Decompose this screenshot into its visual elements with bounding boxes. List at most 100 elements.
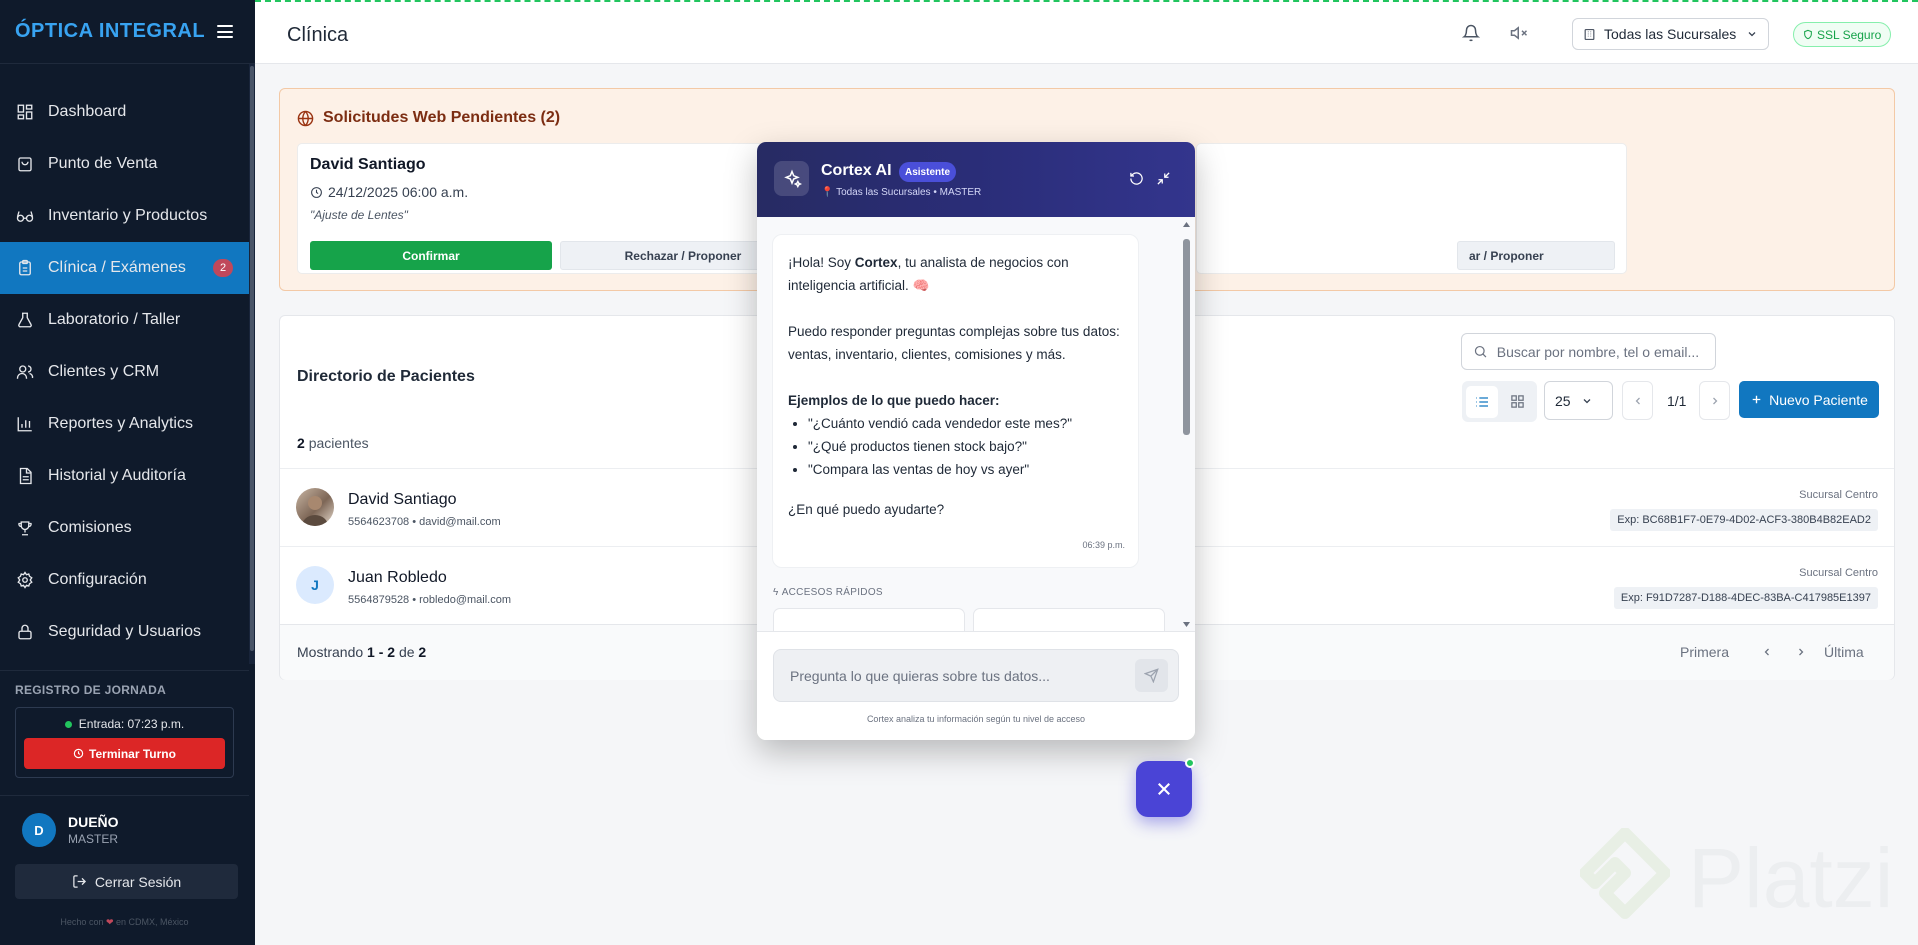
chat-subtitle-text: Todas las Sucursales • MASTER	[836, 187, 982, 198]
mute-icon[interactable]	[1509, 24, 1529, 47]
patient-count: 2 pacientes	[297, 435, 369, 451]
chevron-down-icon	[1748, 32, 1756, 37]
logout-button[interactable]: Cerrar Sesión	[15, 864, 238, 899]
sidebar-item-punto-de-venta[interactable]: Punto de Venta	[0, 138, 255, 190]
building-icon	[1584, 28, 1595, 40]
sidebar-item-label: Inventario y Productos	[48, 207, 208, 224]
patient-branch: Sucursal Centro	[1799, 567, 1878, 579]
quick-access-title: ϟ ACCESOS RÁPIDOS	[773, 587, 883, 598]
sidebar-item-laboratorio[interactable]: Laboratorio / Taller	[0, 294, 255, 346]
chat-input[interactable]	[790, 667, 1135, 684]
chat-messages: ¡Hola! Soy Cortex, tu analista de negoci…	[757, 217, 1195, 638]
sidebar-item-label: Seguridad y Usuarios	[48, 623, 201, 640]
clipboard-icon	[16, 259, 34, 277]
chart-icon	[16, 415, 34, 433]
chat-composer: Cortex analiza tu información según tu n…	[757, 631, 1195, 740]
shield-icon	[1804, 29, 1812, 40]
last-page-link[interactable]: Última	[1824, 644, 1864, 660]
first-page-link[interactable]: Primera	[1680, 644, 1729, 660]
pin-icon: 📍	[821, 187, 834, 198]
greeting: ¡Hola! Soy Cortex, tu analista de negoci…	[788, 251, 1123, 297]
pending-requests-title-text: Solicitudes Web Pendientes (2)	[323, 109, 561, 126]
sidebar-item-inventario[interactable]: Inventario y Productos	[0, 190, 255, 242]
example-item: "¿Qué productos tienen stock bajo?"	[808, 435, 1123, 458]
search-icon	[1474, 345, 1487, 358]
brand-bar: ÓPTICA INTEGRAL	[0, 0, 255, 64]
cortex-chat-panel: Cortex AI Asistente 📍 Todas las Sucursal…	[757, 142, 1195, 740]
sidebar-scroll-thumb[interactable]	[250, 66, 254, 651]
sidebar-item-reportes[interactable]: Reportes y Analytics	[0, 398, 255, 450]
gear-icon	[16, 571, 34, 589]
send-button[interactable]	[1135, 659, 1168, 692]
heart-icon: ❤	[105, 917, 114, 927]
minimize-icon[interactable]	[1156, 171, 1172, 187]
bell-icon[interactable]	[1461, 24, 1481, 47]
patient-search[interactable]	[1461, 333, 1716, 370]
brand-logo[interactable]: ÓPTICA INTEGRAL	[15, 20, 205, 43]
assistant-badge: Asistente	[899, 162, 957, 182]
patient-directory-title: Directorio de Pacientes	[297, 368, 475, 385]
showing-of: de	[398, 644, 415, 660]
patient-contact: 5564879528 • robledo@mail.com	[348, 594, 512, 606]
greeting-prefix: ¡Hola! Soy	[788, 255, 852, 270]
logout-icon	[73, 875, 86, 888]
sidebar-item-historial[interactable]: Historial y Auditoría	[0, 450, 255, 502]
shift-log-box: Entrada: 07:23 p.m. Terminar Turno	[15, 707, 234, 778]
hamburger-menu-icon[interactable]	[217, 25, 233, 38]
current-user[interactable]: D DUEÑO MASTER	[0, 795, 249, 847]
chevron-left-icon[interactable]	[1761, 645, 1773, 661]
patient-search-input[interactable]	[1496, 343, 1704, 360]
grid-view-button[interactable]	[1502, 386, 1534, 418]
users-icon	[16, 363, 34, 381]
reject-request-button[interactable]: ar / Proponer	[1457, 241, 1615, 270]
sidebar-item-configuracion[interactable]: Configuración	[0, 554, 255, 606]
new-patient-button[interactable]: Nuevo Paciente	[1739, 381, 1879, 418]
refresh-icon[interactable]	[1129, 171, 1145, 187]
branch-select[interactable]: Todas las Sucursales	[1572, 18, 1769, 50]
sidebar-item-label: Configuración	[48, 571, 147, 588]
sidebar-nav: Dashboard Punto de Venta Inventario y Pr…	[0, 86, 255, 658]
logout-label: Cerrar Sesión	[94, 873, 182, 890]
clock-icon	[311, 186, 322, 198]
platzi-logo-icon	[1580, 828, 1670, 919]
user-name: DUEÑO	[68, 814, 119, 830]
quick-access-title-text: ACCESOS RÁPIDOS	[781, 587, 883, 598]
sidebar-item-label: Punto de Venta	[48, 155, 158, 172]
user-role: MASTER	[68, 832, 119, 846]
sidebar-item-label: Comisiones	[48, 519, 132, 536]
list-view-button[interactable]	[1466, 385, 1498, 418]
online-status-dot	[1185, 758, 1195, 768]
globe-icon	[297, 110, 314, 126]
close-chat-button[interactable]	[1136, 761, 1192, 817]
avatar: J	[296, 566, 334, 604]
sidebar-item-clientes[interactable]: Clientes y CRM	[0, 346, 255, 398]
document-icon	[16, 467, 34, 485]
next-page-button[interactable]	[1699, 381, 1730, 420]
chat-title: Cortex AI	[821, 162, 892, 179]
sidebar-item-label: Clientes y CRM	[48, 363, 160, 380]
sidebar-item-dashboard[interactable]: Dashboard	[0, 86, 255, 138]
chat-header: Cortex AI Asistente 📍 Todas las Sucursal…	[757, 142, 1195, 217]
example-item: "¿Cuánto vendió cada vendedor este mes?"	[808, 412, 1123, 435]
chat-scrollbar[interactable]	[1182, 220, 1191, 629]
chevron-right-icon[interactable]	[1795, 645, 1807, 661]
showing-total: 2	[418, 644, 427, 660]
prev-page-button[interactable]	[1622, 381, 1653, 420]
sidebar-item-comisiones[interactable]: Comisiones	[0, 502, 255, 554]
chat-input-wrapper[interactable]	[773, 649, 1179, 702]
request-card: ar / Proponer	[1196, 143, 1627, 274]
chat-disclaimer: Cortex analiza tu información según tu n…	[866, 714, 1086, 724]
confirm-request-button[interactable]: Confirmar	[310, 241, 552, 270]
trophy-icon	[16, 519, 34, 537]
end-shift-button[interactable]: Terminar Turno	[24, 738, 225, 769]
shift-log: REGISTRO DE JORNADA Entrada: 07:23 p.m. …	[0, 670, 249, 778]
examples-title: Ejemplos de lo que puedo hacer:	[788, 393, 1000, 408]
sidebar-item-clinica[interactable]: Clínica / Exámenes 2	[0, 242, 249, 294]
sidebar-item-seguridad[interactable]: Seguridad y Usuarios	[0, 606, 255, 658]
branch-select-value: Todas las Sucursales	[1604, 26, 1737, 42]
patient-record-id: Exp: BC68B1F7-0E79-4D02-ACF3-380B4B82EAD…	[1610, 509, 1878, 531]
per-page-select[interactable]: 25	[1544, 381, 1613, 420]
patient-count-value: 2	[297, 435, 305, 451]
avatar: D	[22, 813, 56, 847]
patient-contact: 5564623708 • david@mail.com	[348, 516, 501, 528]
